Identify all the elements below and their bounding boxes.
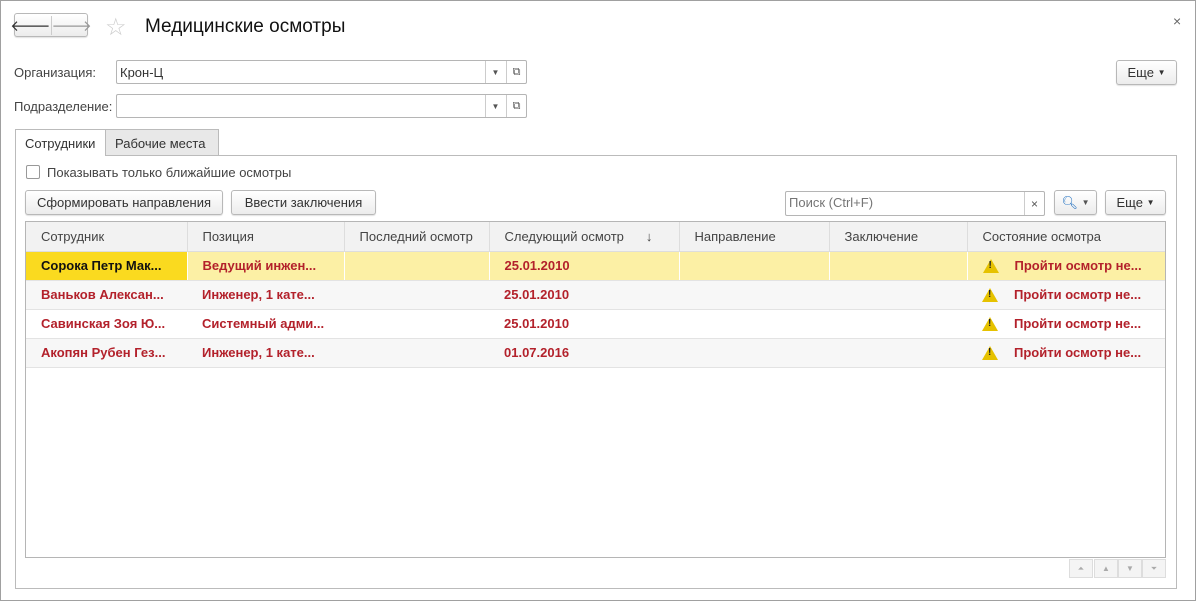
dept-field[interactable]: ▼ ⧉ bbox=[116, 94, 527, 118]
cell-employee: Ваньков Алексан... bbox=[26, 280, 187, 310]
search-input[interactable] bbox=[789, 195, 1019, 210]
cell-last bbox=[344, 280, 489, 310]
col-direction[interactable]: Направление bbox=[679, 222, 830, 252]
more-button[interactable]: Еще ▼ bbox=[1116, 60, 1177, 85]
employees-table[interactable]: Сотрудник Позиция Последний осмотр Следу… bbox=[25, 221, 1166, 558]
col-status[interactable]: Состояние осмотра bbox=[967, 222, 1165, 252]
window: 🡐 🡒 ☆ Медицинские осмотры × Организация:… bbox=[0, 0, 1196, 601]
warning-icon bbox=[982, 346, 998, 361]
cell-employee: Акопян Рубен Гез... bbox=[26, 338, 187, 368]
cell-conclusion bbox=[829, 338, 967, 368]
chevron-down-icon[interactable]: ▼ bbox=[485, 95, 505, 117]
search-options-button[interactable]: 🔍︎ ▼ bbox=[1054, 190, 1097, 215]
cell-position: Ведущий инжен... bbox=[187, 251, 345, 281]
table-row[interactable]: Савинская Зоя Ю... Системный адми... 25.01… bbox=[26, 309, 1165, 339]
cell-last bbox=[344, 338, 489, 368]
enter-conclusions-button[interactable]: Ввести заключения bbox=[231, 190, 376, 215]
more-label: Еще bbox=[1127, 65, 1154, 80]
cell-position: Инженер, 1 кате... bbox=[187, 338, 344, 368]
tab-employees[interactable]: Сотрудники bbox=[15, 129, 106, 156]
cell-direction bbox=[679, 309, 829, 339]
table-more-button[interactable]: Еще ▼ bbox=[1105, 190, 1166, 215]
org-label: Организация: bbox=[14, 65, 97, 80]
nearest-checkbox-label: Показывать только ближайшие осмотры bbox=[47, 165, 292, 180]
open-icon[interactable]: ⧉ bbox=[506, 61, 526, 83]
scroll-down-icon[interactable]: ▼ bbox=[1118, 559, 1142, 578]
col-next-exam[interactable]: Следующий осмотр ↓ bbox=[489, 222, 680, 252]
cell-next: 25.01.2010 bbox=[489, 309, 679, 339]
cell-status: Пройти осмотр не... bbox=[967, 280, 1165, 310]
cell-direction bbox=[679, 280, 829, 310]
cell-employee: Сорока Петр Мак... bbox=[26, 251, 188, 281]
warning-icon bbox=[982, 317, 998, 332]
col-position[interactable]: Позиция bbox=[187, 222, 345, 252]
cell-conclusion bbox=[829, 309, 967, 339]
search-icon: 🔍︎ bbox=[1061, 194, 1078, 210]
scroll-last-icon[interactable]: ⏷ bbox=[1142, 559, 1166, 578]
clear-icon[interactable]: × bbox=[1024, 192, 1044, 215]
org-value: Крон-Ц bbox=[120, 65, 164, 80]
cell-employee: Савинская Зоя Ю... bbox=[26, 309, 187, 339]
cell-position: Системный адми... bbox=[187, 309, 344, 339]
col-employee[interactable]: Сотрудник bbox=[26, 222, 188, 252]
org-field[interactable]: Крон-Ц ▼ ⧉ bbox=[116, 60, 527, 84]
col-last-exam[interactable]: Последний осмотр bbox=[344, 222, 490, 252]
cell-direction bbox=[679, 338, 829, 368]
cell-status: Пройти осмотр не... bbox=[967, 309, 1165, 339]
cell-status: Пройти осмотр не... bbox=[967, 338, 1165, 368]
warning-icon bbox=[982, 288, 998, 303]
table-row[interactable]: Акопян Рубен Гез... Инженер, 1 кате... 01.… bbox=[26, 338, 1165, 368]
col-next-exam-label: Следующий осмотр bbox=[504, 228, 624, 244]
table-row[interactable]: Ваньков Алексан... Инженер, 1 кате... 25.0… bbox=[26, 280, 1165, 310]
forward-button[interactable]: 🡒 bbox=[52, 16, 92, 35]
chevron-down-icon[interactable]: ▼ bbox=[485, 61, 505, 83]
open-icon[interactable]: ⧉ bbox=[506, 95, 526, 117]
dept-label: Подразделение: bbox=[14, 99, 113, 114]
search-field[interactable]: × bbox=[785, 191, 1045, 216]
sort-desc-icon: ↓ bbox=[645, 228, 653, 244]
warning-icon bbox=[982, 259, 999, 274]
cell-next: 01.07.2016 bbox=[489, 338, 679, 368]
cell-last bbox=[344, 251, 490, 281]
cell-status: Пройти осмотр не... bbox=[967, 251, 1165, 281]
table-row[interactable]: Сорока Петр Мак... Ведущий инжен... 25.01.… bbox=[26, 251, 1165, 281]
cell-position: Инженер, 1 кате... bbox=[187, 280, 344, 310]
cell-direction bbox=[679, 251, 830, 281]
nav-buttons: 🡐 🡒 bbox=[10, 13, 92, 37]
cell-last bbox=[344, 309, 489, 339]
back-button[interactable]: 🡐 bbox=[10, 15, 52, 35]
status-text: Пройти осмотр не... bbox=[1014, 257, 1142, 273]
table-more-label: Еще bbox=[1116, 195, 1143, 210]
cell-conclusion bbox=[829, 280, 967, 310]
page-title: Медицинские осмотры bbox=[145, 16, 346, 37]
cell-next: 25.01.2010 bbox=[489, 280, 679, 310]
status-text: Пройти осмотр не... bbox=[1014, 315, 1142, 331]
cell-conclusion bbox=[829, 251, 968, 281]
tab-workplaces[interactable]: Рабочие места bbox=[105, 129, 219, 155]
favorite-star-icon[interactable]: ☆ bbox=[105, 13, 127, 42]
col-conclusion[interactable]: Заключение bbox=[829, 222, 968, 252]
status-text: Пройти осмотр не... bbox=[1014, 344, 1142, 360]
scroll-up-icon[interactable]: ▲ bbox=[1094, 559, 1118, 578]
scroll-first-icon[interactable]: ⏶ bbox=[1069, 559, 1093, 578]
form-directions-button[interactable]: Сформировать направления bbox=[25, 190, 223, 215]
nearest-checkbox[interactable] bbox=[26, 165, 40, 179]
cell-next: 25.01.2010 bbox=[489, 251, 680, 281]
table-header: Сотрудник Позиция Последний осмотр Следу… bbox=[26, 222, 1165, 252]
close-icon[interactable]: × bbox=[1173, 13, 1181, 29]
status-text: Пройти осмотр не... bbox=[1014, 286, 1142, 302]
